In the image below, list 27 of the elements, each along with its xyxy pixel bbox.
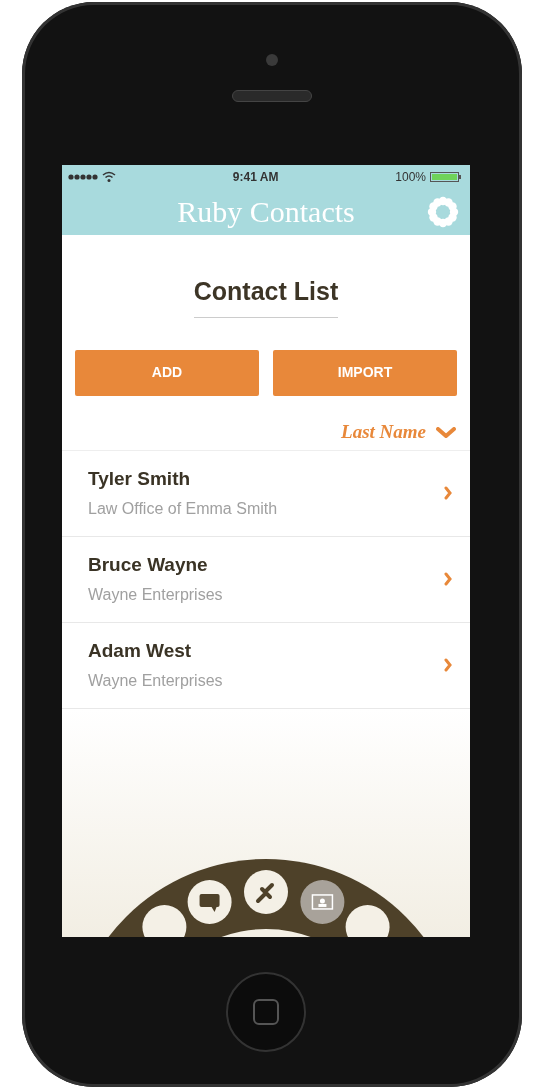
dial-button[interactable] bbox=[187, 880, 232, 924]
contact-company: Wayne Enterprises bbox=[88, 585, 223, 606]
signal-icon bbox=[68, 171, 98, 183]
chevron-down-icon[interactable] bbox=[436, 426, 456, 439]
chevron-right-icon bbox=[444, 572, 452, 586]
contact-name: Tyler Smith bbox=[88, 466, 192, 491]
battery-percent: 100% bbox=[395, 169, 426, 186]
dial-button[interactable] bbox=[244, 870, 288, 914]
contact-name: Adam West bbox=[88, 638, 193, 663]
dial-button[interactable] bbox=[142, 905, 187, 937]
dial-button[interactable] bbox=[345, 905, 390, 937]
contact-company: Wayne Enterprises bbox=[88, 671, 223, 692]
status-time: 9:41 AM bbox=[232, 169, 279, 186]
contact-row[interactable]: Adam West Wayne Enterprises bbox=[62, 622, 470, 709]
contact-company: Law Office of Emma Smith bbox=[88, 499, 278, 520]
contact-row[interactable]: Bruce Wayne Wayne Enterprises bbox=[62, 536, 470, 623]
app-title: Ruby Contacts bbox=[177, 197, 355, 227]
chevron-right-icon bbox=[444, 658, 452, 672]
dotted-ring-icon[interactable] bbox=[426, 195, 460, 229]
camera-icon bbox=[266, 54, 278, 66]
contact-row[interactable]: Tyler Smith Law Office of Emma Smith bbox=[62, 450, 470, 537]
page-title: Contact List bbox=[193, 273, 339, 318]
wifi-icon bbox=[102, 171, 116, 183]
chevron-right-icon bbox=[444, 486, 452, 500]
battery-icon bbox=[430, 171, 464, 183]
contact-name: Bruce Wayne bbox=[88, 552, 209, 577]
dial-button[interactable] bbox=[300, 880, 345, 924]
